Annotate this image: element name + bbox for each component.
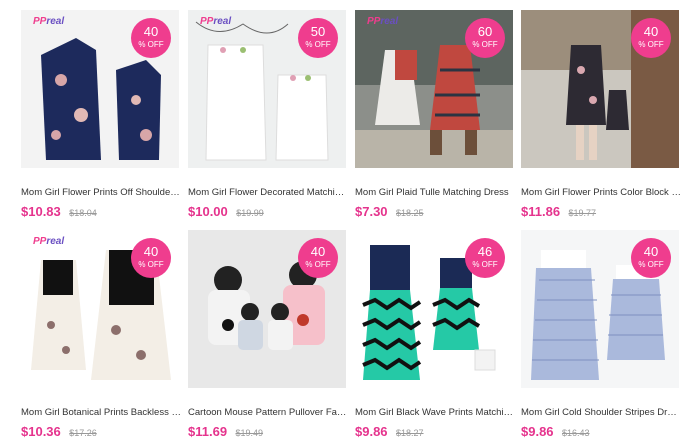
sale-price: $11.86 xyxy=(521,204,561,219)
product-image[interactable]: 46 % OFF xyxy=(355,230,513,388)
price-row: $9.86 $16.43 xyxy=(521,423,590,441)
product-image[interactable]: 40 % OFF xyxy=(521,10,679,168)
original-price: $19.99 xyxy=(236,208,264,218)
product-image[interactable]: PPreal 40 % OFF xyxy=(21,10,179,168)
sale-price: $10.83 xyxy=(21,204,61,219)
product-image[interactable]: PPreal 60 % OFF xyxy=(355,10,513,168)
product-card[interactable]: 40 % OFF Cartoon Mouse Pattern Pullover … xyxy=(188,230,348,439)
original-price: $19.77 xyxy=(568,208,597,218)
product-card[interactable]: PPreal 60 % OFF Mom Girl Plaid Tulle Mat… xyxy=(355,10,513,219)
sale-price: $9.86 xyxy=(521,424,554,439)
product-title[interactable]: Mom Girl Cold Shoulder Stripes Dress xyxy=(521,407,681,418)
sale-price: $11.69 xyxy=(188,424,228,439)
sale-price: $10.36 xyxy=(21,424,61,439)
product-grid: PPreal 40 % OFF Mom Girl Flower Prints O… xyxy=(0,0,700,439)
discount-badge: 40 % OFF xyxy=(631,238,671,278)
product-image[interactable]: 40 % OFF xyxy=(521,230,679,388)
discount-value: 40 xyxy=(643,244,659,259)
discount-label: % OFF xyxy=(305,40,331,49)
price-row: $7.30 $18.25 xyxy=(355,203,424,221)
discount-value: 40 xyxy=(143,244,159,259)
product-card[interactable]: 40 % OFF Mom Girl Flower Prints Color Bl… xyxy=(521,10,681,219)
sale-price: $9.86 xyxy=(355,424,388,439)
original-price: $16.43 xyxy=(562,428,590,438)
discount-value: 40 xyxy=(143,24,159,39)
sale-price: $7.30 xyxy=(355,204,388,219)
sale-price: $10.00 xyxy=(188,204,228,219)
discount-label: % OFF xyxy=(472,260,498,269)
discount-value: 50 xyxy=(310,24,326,39)
product-title[interactable]: Mom Girl Flower Prints Color Block Mat..… xyxy=(521,187,681,198)
original-price: $17.26 xyxy=(69,428,97,438)
product-title[interactable]: Cartoon Mouse Pattern Pullover Family... xyxy=(188,407,348,418)
price-row: $11.86 $19.77 xyxy=(521,203,596,221)
price-row: $9.86 $18.27 xyxy=(355,423,424,441)
price-row: $10.83 $18.04 xyxy=(21,203,97,221)
discount-label: % OFF xyxy=(138,40,164,49)
discount-badge: 40 % OFF xyxy=(131,238,171,278)
price-row: $11.69 $19.49 xyxy=(188,423,263,441)
original-price: $18.25 xyxy=(396,208,424,218)
discount-label: % OFF xyxy=(638,40,664,49)
product-title[interactable]: Mom Girl Botanical Prints Backless Mat..… xyxy=(21,407,181,418)
price-row: $10.36 $17.26 xyxy=(21,423,97,441)
discount-value: 46 xyxy=(477,244,493,259)
discount-label: % OFF xyxy=(138,260,164,269)
product-title[interactable]: Mom Girl Flower Decorated Matching ... xyxy=(188,187,348,198)
product-title[interactable]: Mom Girl Black Wave Prints Matching ... xyxy=(355,407,515,418)
discount-badge: 40 % OFF xyxy=(298,238,338,278)
discount-badge: 50 % OFF xyxy=(298,18,338,58)
product-card[interactable]: 46 % OFF Mom Girl Black Wave Prints Matc… xyxy=(355,230,515,439)
price-row: $10.00 $19.99 xyxy=(188,203,264,221)
product-image[interactable]: 40 % OFF xyxy=(188,230,346,388)
original-price: $19.49 xyxy=(235,428,264,438)
product-title[interactable]: Mom Girl Flower Prints Off Shoulder Se..… xyxy=(21,187,181,198)
brand-logo: PPreal xyxy=(33,16,65,27)
original-price: $18.04 xyxy=(69,208,97,218)
brand-logo: PPreal xyxy=(33,236,65,247)
discount-value: 40 xyxy=(643,24,659,39)
discount-value: 40 xyxy=(310,244,326,259)
discount-label: % OFF xyxy=(638,260,664,269)
brand-logo: PPreal xyxy=(367,16,399,27)
original-price: $18.27 xyxy=(396,428,424,438)
product-card[interactable]: PPreal 40 % OFF Mom Girl Botanical Print… xyxy=(21,230,181,439)
discount-label: % OFF xyxy=(472,40,498,49)
product-image[interactable]: PPreal 50 % OFF xyxy=(188,10,346,168)
product-card[interactable]: PPreal 50 % OFF Mom Girl Flower Decorate… xyxy=(188,10,348,219)
product-card[interactable]: PPreal 40 % OFF Mom Girl Flower Prints O… xyxy=(21,10,181,219)
product-image[interactable]: PPreal 40 % OFF xyxy=(21,230,179,388)
discount-badge: 40 % OFF xyxy=(631,18,671,58)
discount-badge: 46 % OFF xyxy=(465,238,505,278)
product-title[interactable]: Mom Girl Plaid Tulle Matching Dress xyxy=(355,187,515,198)
product-card[interactable]: 40 % OFF Mom Girl Cold Shoulder Stripes … xyxy=(521,230,681,439)
discount-value: 60 xyxy=(477,24,493,39)
discount-badge: 40 % OFF xyxy=(131,18,171,58)
discount-badge: 60 % OFF xyxy=(465,18,505,58)
brand-logo: PPreal xyxy=(200,16,232,27)
discount-label: % OFF xyxy=(305,260,331,269)
